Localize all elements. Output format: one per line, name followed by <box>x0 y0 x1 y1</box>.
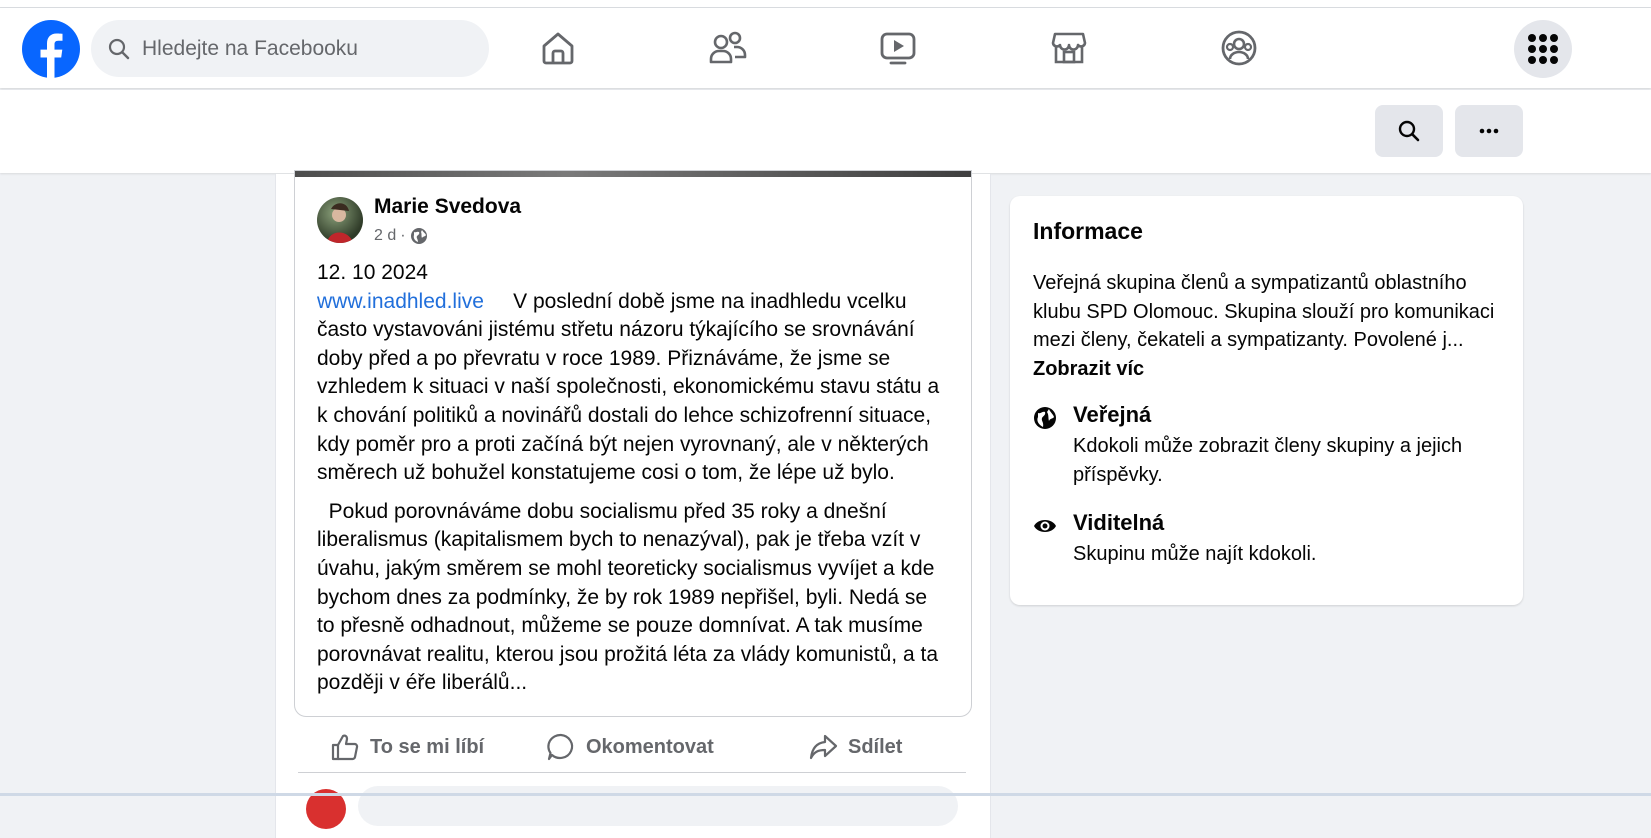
shared-post-card[interactable]: Marie Svedova 2 d · 12. 10 2024 www.inad… <box>294 170 972 717</box>
search-box[interactable]: Hledejte na Facebooku <box>91 20 489 77</box>
globe-icon <box>410 228 427 244</box>
globe-icon <box>1034 407 1056 429</box>
avatar[interactable] <box>317 197 363 243</box>
feed-post: Marie Svedova 2 d · 12. 10 2024 www.inad… <box>275 170 991 838</box>
group-search-button[interactable] <box>1375 105 1443 157</box>
visible-description: Skupinu může najít kdokoli. <box>1073 543 1317 565</box>
eye-icon <box>1034 520 1056 532</box>
public-title: Veřejná <box>1073 402 1152 427</box>
post-paragraph-1: www.inadhled.live V poslední době jsme n… <box>317 288 947 488</box>
more-options-button[interactable] <box>1455 105 1523 157</box>
post-action-bar: To se mi líbí Okomentovat Sdílet <box>298 722 966 773</box>
next-post-preview[interactable] <box>358 786 958 826</box>
post-paragraph-1-text: V poslední době jsme na inadhledu vcelku… <box>317 289 945 485</box>
friends-icon[interactable] <box>708 28 748 68</box>
facebook-logo-icon[interactable] <box>22 20 80 78</box>
groups-icon[interactable] <box>1219 28 1259 68</box>
visible-title: Viditelná <box>1073 510 1165 535</box>
group-info-card: Informace Veřejná skupina členů a sympat… <box>1010 196 1523 605</box>
search-icon <box>1398 120 1420 142</box>
post-timestamp[interactable]: 2 d <box>374 227 396 245</box>
like-button[interactable]: To se mi líbí <box>330 730 484 764</box>
watch-icon[interactable] <box>878 28 918 68</box>
search-icon <box>108 38 130 60</box>
share-button[interactable]: Sdílet <box>808 730 902 764</box>
group-description-text: Veřejná skupina členů a sympatizantů obl… <box>1033 272 1495 352</box>
marketplace-icon[interactable] <box>1049 28 1089 68</box>
share-icon <box>809 734 838 760</box>
group-description: Veřejná skupina členů a sympatizantů obl… <box>1033 269 1503 383</box>
post-paragraph-2: Pokud porovnáváme dobu socialismu před 3… <box>317 499 944 695</box>
post-date-line: 12. 10 2024 <box>317 261 428 284</box>
meta-separator: · <box>400 227 406 244</box>
menu-button[interactable] <box>1514 20 1572 78</box>
post-author-name[interactable]: Marie Svedova <box>374 195 521 219</box>
search-placeholder: Hledejte na Facebooku <box>142 37 358 60</box>
top-navigation-bar: Hledejte na Facebooku <box>0 8 1651 88</box>
avatar-image <box>327 203 353 243</box>
home-icon[interactable] <box>538 28 578 68</box>
comment-label: Okomentovat <box>586 735 714 758</box>
like-label: To se mi líbí <box>370 735 485 758</box>
window-top-edge <box>0 0 1651 8</box>
info-title: Informace <box>1033 218 1143 244</box>
window-bottom-edge <box>0 793 1651 796</box>
grid-menu-icon <box>1528 34 1558 64</box>
see-more-link[interactable]: Zobrazit víc <box>1033 358 1144 380</box>
shared-post-image[interactable] <box>295 171 971 177</box>
more-icon <box>1479 128 1499 134</box>
comment-button[interactable]: Okomentovat <box>546 730 714 764</box>
comment-icon <box>547 733 574 761</box>
public-description: Kdokoli může zobrazit členy skupiny a je… <box>1073 435 1463 486</box>
post-text: 12. 10 2024 www.inadhled.live V poslední… <box>317 259 947 698</box>
post-meta: 2 d · <box>374 227 428 245</box>
group-subheader-bar <box>0 90 1651 173</box>
thumbs-up-icon <box>331 734 359 761</box>
share-label: Sdílet <box>848 735 903 758</box>
post-link[interactable]: www.inadhled.live <box>317 290 484 313</box>
